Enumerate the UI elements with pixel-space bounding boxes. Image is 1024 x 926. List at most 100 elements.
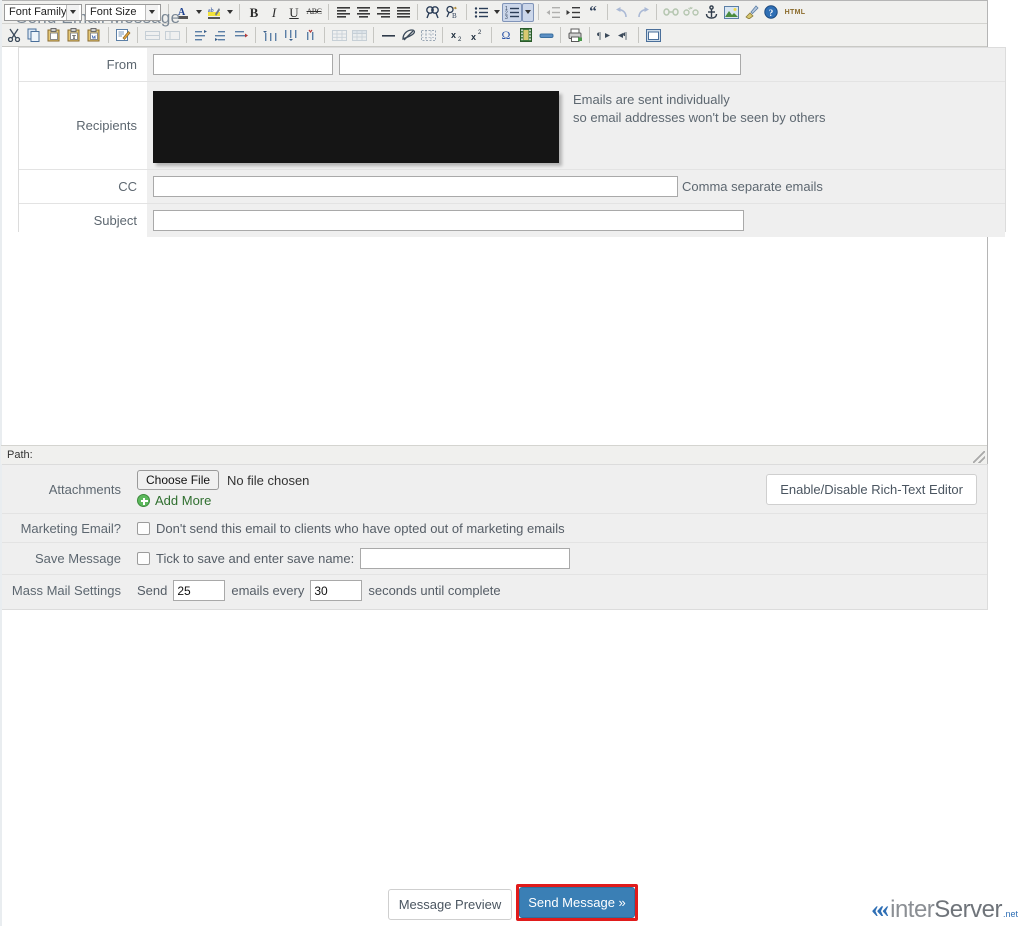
find-icon[interactable]: [422, 3, 442, 22]
numbered-list-icon[interactable]: 123: [502, 3, 522, 22]
font-size-label: Font Size: [90, 6, 136, 18]
toolbar-separator: [328, 4, 329, 20]
toolbar-separator: [589, 27, 590, 43]
cleanup-icon[interactable]: [741, 3, 761, 22]
bullet-list-caret-icon[interactable]: [491, 3, 502, 22]
media-icon[interactable]: [516, 26, 536, 45]
mass-mail-settings-label: Mass Mail Settings: [1, 575, 129, 606]
cc-controls: Comma separate emails: [147, 170, 1005, 203]
subject-label: Subject: [19, 204, 147, 237]
svg-text:?: ?: [769, 8, 774, 18]
cc-hint: Comma separate emails: [682, 179, 823, 194]
add-more-link[interactable]: Add More: [137, 493, 211, 508]
remove-format-icon[interactable]: [398, 26, 418, 45]
merge-cells-icon[interactable]: [231, 26, 251, 45]
image-icon[interactable]: [721, 3, 741, 22]
text-color-caret-icon[interactable]: [193, 3, 204, 22]
special-char-icon[interactable]: Ω: [496, 26, 516, 45]
delete-column-icon[interactable]: [300, 26, 320, 45]
numbered-list-caret-icon[interactable]: [522, 3, 534, 22]
enable-disable-rich-text-editor-button[interactable]: Enable/Disable Rich-Text Editor: [766, 474, 977, 505]
superscript-icon[interactable]: x2: [467, 26, 487, 45]
unlink-icon[interactable]: [681, 3, 701, 22]
paste-icon[interactable]: [44, 26, 64, 45]
svg-text:x: x: [471, 32, 476, 42]
anchor-icon[interactable]: [701, 3, 721, 22]
column-before-icon[interactable]: [260, 26, 280, 45]
emails-per-batch-input[interactable]: [173, 580, 225, 601]
from-email-input[interactable]: [339, 54, 741, 75]
recipients-controls: Emails are sent individually so email ad…: [147, 82, 1005, 169]
background-color-caret-icon[interactable]: [224, 3, 235, 22]
message-preview-button[interactable]: Message Preview: [388, 889, 512, 920]
help-icon[interactable]: ?: [761, 3, 781, 22]
marketing-email-checkbox-label: Don't send this email to clients who hav…: [156, 521, 565, 536]
send-email-page: Send Email Message From Recipients Email…: [0, 0, 1024, 926]
add-more-label: Add More: [155, 493, 211, 508]
logo-text-primary: inter: [890, 896, 934, 923]
recipients-label: Recipients: [19, 82, 147, 169]
rtl-icon[interactable]: ¶: [614, 26, 634, 45]
italic-icon[interactable]: I: [264, 3, 284, 22]
cut-icon[interactable]: [4, 26, 24, 45]
bold-icon[interactable]: B: [244, 3, 264, 22]
cell-properties-icon[interactable]: [211, 26, 231, 45]
undo-icon[interactable]: [612, 3, 632, 22]
ltr-icon[interactable]: ¶: [594, 26, 614, 45]
editor-path-bar: Path:: [1, 445, 987, 464]
align-center-icon[interactable]: [353, 3, 373, 22]
copy-icon[interactable]: [24, 26, 44, 45]
fullscreen-icon[interactable]: [643, 26, 663, 45]
form-row-cc: CC Comma separate emails: [19, 170, 1005, 204]
font-size-caret-icon[interactable]: [145, 5, 158, 20]
marketing-email-checkbox[interactable]: [137, 522, 150, 535]
underline-icon[interactable]: U: [284, 3, 304, 22]
interval-seconds-input[interactable]: [310, 580, 362, 601]
save-name-input[interactable]: [360, 548, 570, 569]
outdent-icon[interactable]: [543, 3, 563, 22]
recipients-textarea-redacted[interactable]: [153, 91, 559, 163]
background-color-icon[interactable]: ab: [204, 3, 224, 22]
indent-icon[interactable]: [563, 3, 583, 22]
strikethrough-icon[interactable]: ABC: [304, 3, 324, 22]
link-icon[interactable]: [661, 3, 681, 22]
align-left-icon[interactable]: [333, 3, 353, 22]
svg-text:x: x: [451, 30, 456, 40]
print-icon[interactable]: [565, 26, 585, 45]
align-justify-icon[interactable]: [393, 3, 413, 22]
svg-text:W: W: [92, 36, 97, 41]
cc-input[interactable]: [153, 176, 678, 197]
table-icon[interactable]: [329, 26, 349, 45]
paste-word-icon[interactable]: W: [84, 26, 104, 45]
blockquote-icon[interactable]: “: [583, 3, 603, 22]
horizontal-rule-icon[interactable]: [378, 26, 398, 45]
paste-text-icon[interactable]: T: [64, 26, 84, 45]
redo-icon[interactable]: [632, 3, 652, 22]
rte-toggle-wrap: Enable/Disable Rich-Text Editor: [766, 465, 987, 513]
row-properties-icon[interactable]: [191, 26, 211, 45]
edit-css-icon[interactable]: [113, 26, 133, 45]
insert-row-before-icon[interactable]: [142, 26, 162, 45]
choose-file-button[interactable]: Choose File: [137, 470, 219, 490]
from-name-input[interactable]: [153, 54, 333, 75]
save-message-checkbox[interactable]: [137, 552, 150, 565]
font-family-select[interactable]: Font Family: [4, 4, 82, 21]
bullet-list-icon[interactable]: [471, 3, 491, 22]
table-props-icon[interactable]: [349, 26, 369, 45]
align-right-icon[interactable]: [373, 3, 393, 22]
subject-input[interactable]: [153, 210, 744, 231]
insert-row-after-icon[interactable]: [162, 26, 182, 45]
font-size-select[interactable]: Font Size: [85, 4, 161, 21]
visual-aid-icon[interactable]: [418, 26, 438, 45]
page-break-icon[interactable]: [536, 26, 556, 45]
html-source-icon[interactable]: HTML: [781, 3, 809, 22]
column-after-icon[interactable]: [280, 26, 300, 45]
toolbar-separator: [186, 27, 187, 43]
font-family-caret-icon[interactable]: [66, 5, 79, 20]
toolbar-separator: [656, 4, 657, 20]
find-replace-icon[interactable]: B: [442, 3, 462, 22]
send-message-button[interactable]: Send Message »: [519, 887, 635, 918]
subscript-icon[interactable]: x2: [447, 26, 467, 45]
toolbar-separator: [373, 27, 374, 43]
editor-resize-grip[interactable]: [973, 451, 985, 463]
